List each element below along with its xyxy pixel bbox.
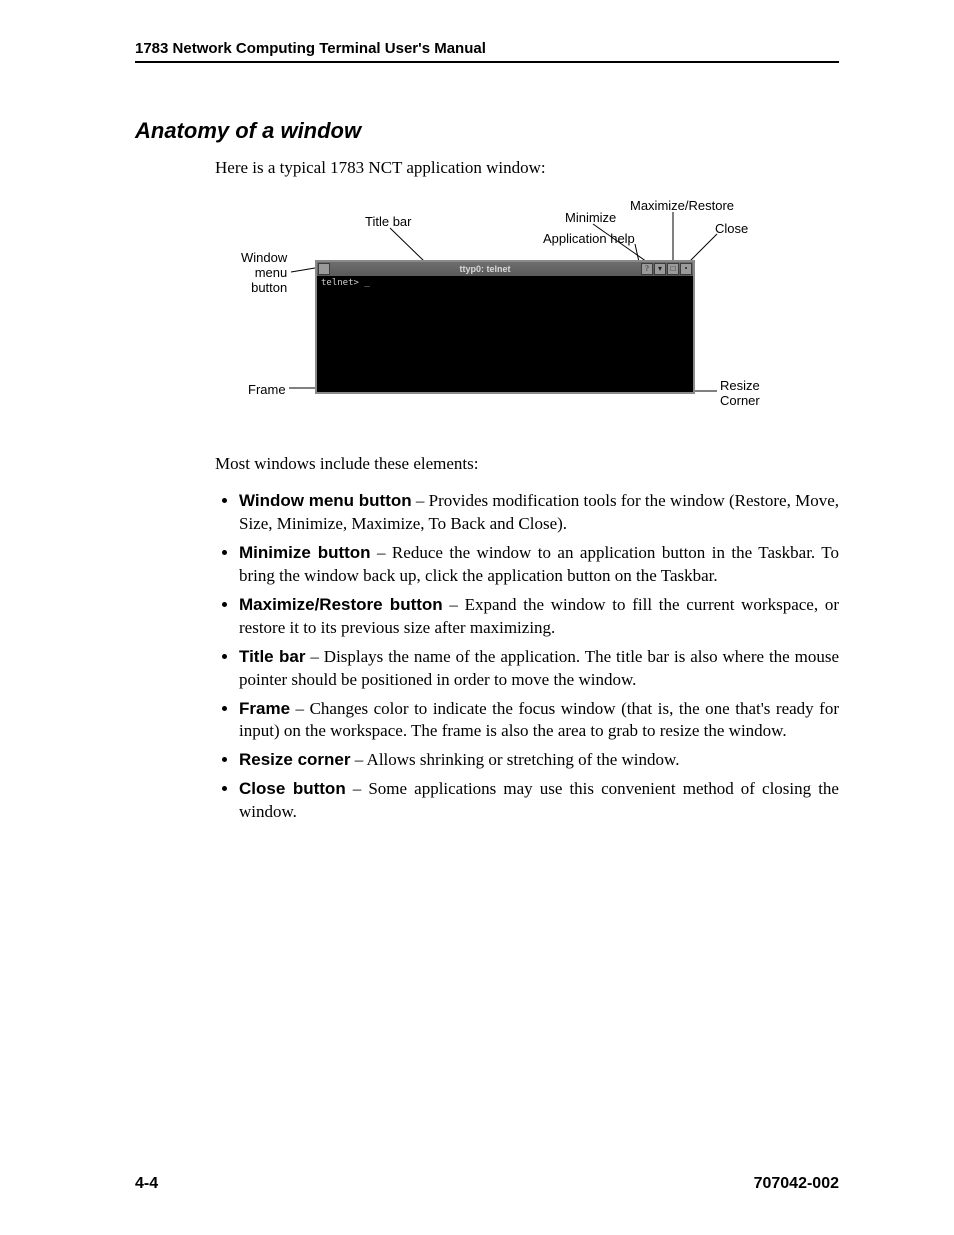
page: 1783 Network Computing Terminal User's M…	[0, 0, 954, 1235]
intro-text: Here is a typical 1783 NCT application w…	[215, 158, 839, 178]
page-footer: 4-4 707042-002	[135, 1175, 839, 1193]
term: Minimize button	[239, 543, 371, 562]
term: Maximize/Restore button	[239, 595, 443, 614]
label-maximize-restore: Maximize/Restore	[630, 198, 734, 213]
titlebar-buttons: ? ▾ □ •	[640, 263, 692, 275]
maximize-icon: □	[667, 263, 679, 275]
desc: – Allows shrinking or stretching of the …	[351, 750, 680, 769]
term: Close button	[239, 779, 346, 798]
sample-titlebar: ttyp0: telnet ? ▾ □ •	[317, 262, 693, 276]
elements-intro: Most windows include these elements:	[215, 454, 839, 474]
document-number: 707042-002	[754, 1175, 839, 1193]
term: Title bar	[239, 647, 305, 666]
label-frame: Frame	[248, 382, 286, 397]
label-minimize: Minimize	[565, 210, 616, 225]
terminal-prompt: telnet> _	[317, 276, 693, 290]
term: Window menu button	[239, 491, 412, 510]
elements-list: Window menu button – Provides modificati…	[215, 490, 839, 824]
desc: – Displays the name of the application. …	[239, 647, 839, 689]
term: Frame	[239, 699, 290, 718]
page-number: 4-4	[135, 1175, 158, 1193]
list-item: Minimize button – Reduce the window to a…	[239, 542, 839, 588]
list-item: Window menu button – Provides modificati…	[239, 490, 839, 536]
label-resize-corner: Resize Corner	[720, 378, 760, 408]
label-window-menu-button: Window menu button	[241, 250, 287, 295]
term: Resize corner	[239, 750, 351, 769]
label-title-bar: Title bar	[365, 214, 411, 229]
sample-window-title: ttyp0: telnet	[330, 264, 640, 274]
window-anatomy-diagram: Title bar Minimize Maximize/Restore Appl…	[225, 194, 785, 424]
running-header: 1783 Network Computing Terminal User's M…	[135, 40, 839, 63]
desc: – Changes color to indicate the focus wi…	[239, 699, 839, 741]
sample-window: ttyp0: telnet ? ▾ □ • telnet> _	[315, 260, 695, 394]
window-menu-button-icon	[318, 263, 330, 275]
section-title: Anatomy of a window	[135, 118, 839, 144]
minimize-icon: ▾	[654, 263, 666, 275]
close-icon: •	[680, 263, 692, 275]
list-item: Title bar – Displays the name of the app…	[239, 646, 839, 692]
list-item: Close button – Some applications may use…	[239, 778, 839, 824]
label-close: Close	[715, 221, 748, 236]
list-item: Maximize/Restore button – Expand the win…	[239, 594, 839, 640]
label-application-help: Application help	[543, 231, 635, 246]
list-item: Frame – Changes color to indicate the fo…	[239, 698, 839, 744]
list-item: Resize corner – Allows shrinking or stre…	[239, 749, 839, 772]
help-icon: ?	[641, 263, 653, 275]
